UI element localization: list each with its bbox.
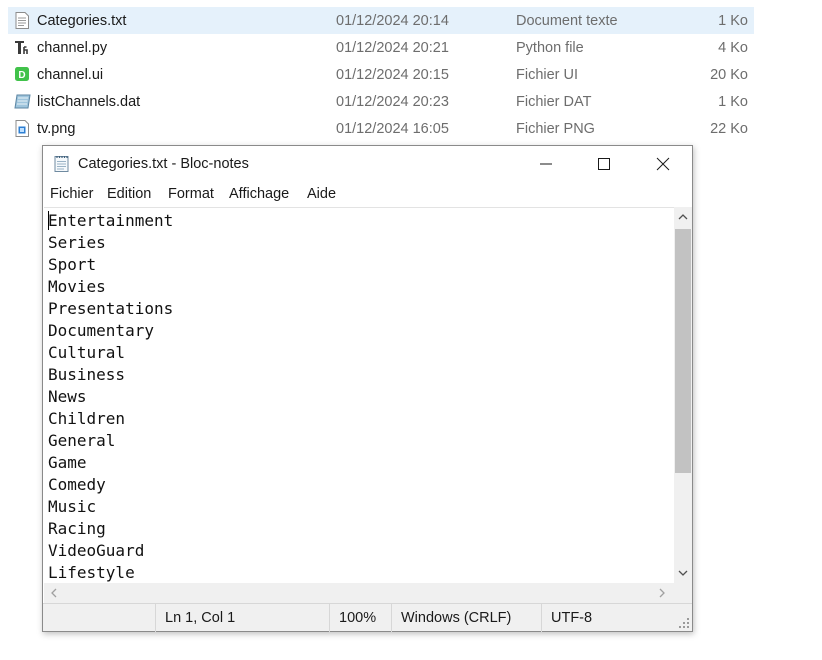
resize-grip-icon[interactable] bbox=[678, 617, 690, 629]
file-name: listChannels.dat bbox=[37, 94, 141, 110]
file-row-channel-ui[interactable]: D channel.ui 01/12/2024 20:15 Fichier UI… bbox=[8, 61, 754, 88]
menu-affichage[interactable]: Affichage bbox=[229, 186, 289, 202]
menu-format[interactable]: Format bbox=[168, 186, 214, 202]
image-file-icon bbox=[14, 120, 30, 137]
file-date: 01/12/2024 20:15 bbox=[336, 67, 449, 83]
menu-edition[interactable]: Edition bbox=[107, 186, 151, 202]
status-position-text: Ln 1, Col 1 bbox=[165, 610, 236, 626]
python-file-icon bbox=[14, 39, 30, 56]
text-line: Documentary bbox=[48, 321, 154, 340]
text-line: Children bbox=[48, 409, 126, 428]
status-encoding-text: UTF-8 bbox=[551, 610, 593, 626]
file-name: channel.ui bbox=[37, 67, 104, 83]
editor-content: Entertainment Series Sport Movies Presen… bbox=[48, 210, 173, 583]
menu-fichier[interactable]: Fichier bbox=[50, 186, 94, 202]
file-row-categories[interactable]: Categories.txt 01/12/2024 20:14 Document… bbox=[8, 7, 754, 34]
file-name: channel.py bbox=[37, 40, 108, 56]
svg-text:D: D bbox=[18, 70, 25, 81]
file-type: Python file bbox=[516, 40, 584, 56]
file-row-channel-py[interactable]: channel.py 01/12/2024 20:21 Python file … bbox=[8, 34, 754, 61]
maximize-icon bbox=[598, 158, 610, 170]
status-position: Ln 1, Col 1 bbox=[155, 604, 329, 632]
designer-file-icon: D bbox=[14, 66, 30, 83]
file-date: 01/12/2024 20:14 bbox=[336, 13, 449, 29]
file-type: Document texte bbox=[516, 13, 618, 29]
status-line-ending: Windows (CRLF) bbox=[391, 604, 541, 632]
close-button[interactable] bbox=[634, 146, 692, 182]
text-caret bbox=[48, 211, 49, 230]
notepad-icon bbox=[53, 154, 71, 173]
status-encoding: UTF-8 bbox=[541, 604, 692, 632]
text-line: VideoGuard bbox=[48, 541, 145, 560]
file-name: tv.png bbox=[37, 121, 76, 137]
scroll-down-icon[interactable] bbox=[678, 570, 688, 577]
text-line: Game bbox=[48, 453, 87, 472]
minimize-button[interactable] bbox=[517, 146, 575, 182]
window-title: Categories.txt - Bloc-notes bbox=[78, 156, 249, 172]
menu-aide[interactable]: Aide bbox=[307, 186, 336, 202]
status-line-ending-text: Windows (CRLF) bbox=[401, 610, 512, 626]
text-line: Comedy bbox=[48, 475, 106, 494]
title-bar[interactable]: Categories.txt - Bloc-notes bbox=[43, 146, 692, 182]
file-date: 01/12/2024 20:23 bbox=[336, 94, 449, 110]
text-line: News bbox=[48, 387, 87, 406]
file-row-tv-png[interactable]: tv.png 01/12/2024 16:05 Fichier PNG 22 K… bbox=[8, 115, 754, 142]
text-line: Lifestyle bbox=[48, 563, 135, 582]
minimize-icon bbox=[540, 163, 552, 165]
scrollbar-corner bbox=[674, 583, 692, 603]
file-type: Fichier DAT bbox=[516, 94, 592, 110]
text-line: Sport bbox=[48, 255, 97, 274]
dat-file-icon bbox=[14, 93, 31, 110]
text-line: Movies bbox=[48, 277, 106, 296]
file-size: 20 Ko bbox=[710, 67, 748, 83]
text-line: Presentations bbox=[48, 299, 174, 318]
scroll-right-icon[interactable] bbox=[659, 588, 666, 598]
file-date: 01/12/2024 20:21 bbox=[336, 40, 449, 56]
status-zoom: 100% bbox=[329, 604, 391, 632]
text-line: Music bbox=[48, 497, 97, 516]
file-size: 22 Ko bbox=[710, 121, 748, 137]
status-bar: Ln 1, Col 1 100% Windows (CRLF) UTF-8 bbox=[43, 603, 692, 632]
file-size: 1 Ko bbox=[718, 13, 748, 29]
file-name: Categories.txt bbox=[37, 13, 127, 29]
text-line: Series bbox=[48, 233, 106, 252]
text-line: General bbox=[48, 431, 116, 450]
close-icon bbox=[656, 157, 670, 171]
text-line: Business bbox=[48, 365, 126, 384]
notepad-window: Categories.txt - Bloc-notes Fichier Edit… bbox=[42, 145, 693, 632]
scroll-left-icon[interactable] bbox=[50, 588, 57, 598]
file-date: 01/12/2024 16:05 bbox=[336, 121, 449, 137]
maximize-button[interactable] bbox=[575, 146, 633, 182]
text-line: Cultural bbox=[48, 343, 126, 362]
file-row-listchannels[interactable]: listChannels.dat 01/12/2024 20:23 Fichie… bbox=[8, 88, 754, 115]
menu-bar: Fichier Edition Format Affichage Aide bbox=[43, 182, 692, 207]
file-size: 1 Ko bbox=[718, 94, 748, 110]
text-editor[interactable]: Entertainment Series Sport Movies Presen… bbox=[44, 207, 674, 583]
text-line: Racing bbox=[48, 519, 106, 538]
text-file-icon bbox=[14, 12, 30, 29]
file-type: Fichier UI bbox=[516, 67, 579, 83]
text-line: Entertainment bbox=[48, 211, 174, 230]
file-size: 4 Ko bbox=[718, 40, 748, 56]
scroll-up-icon[interactable] bbox=[678, 213, 688, 220]
horizontal-scrollbar[interactable] bbox=[44, 583, 674, 603]
vertical-scrollbar[interactable] bbox=[674, 207, 692, 583]
vertical-scroll-thumb[interactable] bbox=[675, 229, 691, 473]
status-zoom-text: 100% bbox=[339, 610, 377, 626]
file-type: Fichier PNG bbox=[516, 121, 595, 137]
